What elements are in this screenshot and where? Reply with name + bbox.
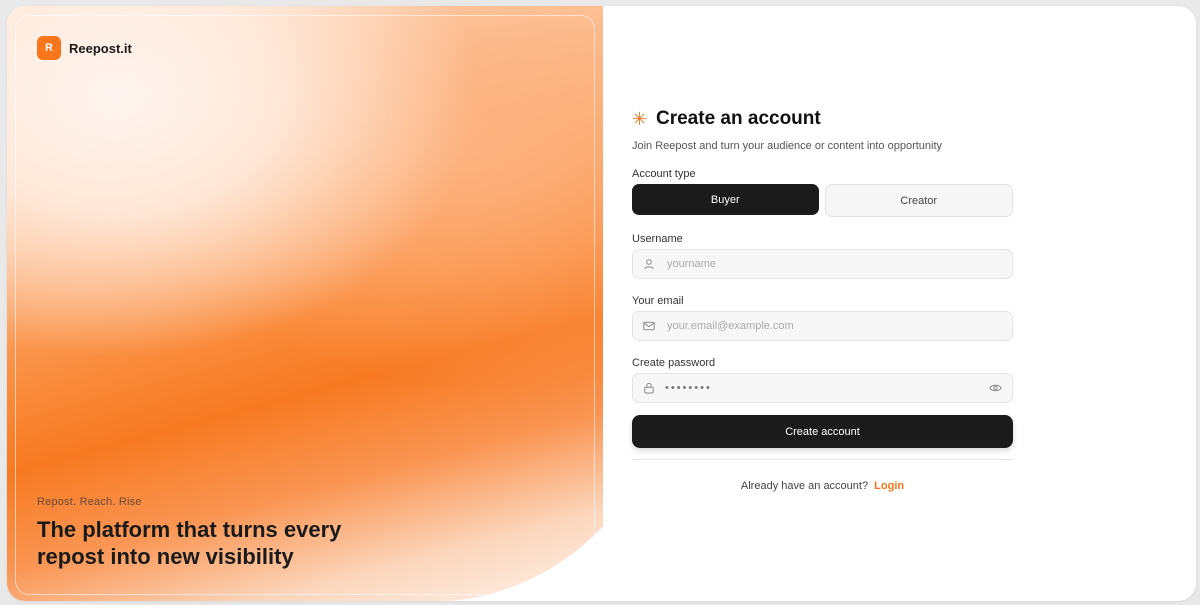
login-link[interactable]: Login [874,480,904,492]
page-subtitle: Join Reepost and turn your audience or c… [632,140,943,152]
username-input[interactable] [665,257,1002,271]
email-label: Your email [632,295,684,307]
divider [632,459,1013,460]
hero-panel: R Reepost.it Repost. Reach. Rise The pla… [7,6,603,601]
password-field[interactable]: •••••••• [632,373,1013,403]
password-label: Create password [632,357,716,369]
username-field[interactable] [632,249,1013,279]
account-type-label: Account type [632,168,696,180]
password-input[interactable]: •••••••• [665,382,979,394]
hero-gradient [7,6,603,601]
login-prompt: Already have an account? [740,480,869,492]
form-title-row: ✳ Create an account [632,106,1013,132]
account-type-toggle: Buyer Creator [632,184,1013,217]
brand-name: Reepost.it [69,40,132,56]
mail-icon [643,321,655,331]
email-input[interactable] [665,319,1002,333]
hero-tagline: Repost. Reach. Rise [37,496,142,508]
login-row: Already have an account? Login [632,480,1013,492]
eye-icon[interactable] [989,382,1002,394]
signup-form: ✳ Create an account Join Reepost and tur… [632,106,1013,492]
hero-headline: The platform that turns every repost int… [37,517,342,569]
email-field[interactable] [632,311,1013,341]
brand-logo: R [37,36,61,60]
page-title: Create an account [656,108,821,129]
asterisk-icon: ✳ [632,108,648,129]
create-account-button[interactable]: Create account [632,415,1013,448]
signup-card: R Reepost.it Repost. Reach. Rise The pla… [7,6,1196,601]
brand[interactable]: R Reepost.it [37,36,132,60]
account-type-buyer-button[interactable]: Buyer [632,184,819,215]
username-label: Username [632,233,683,245]
account-type-creator-button[interactable]: Creator [824,184,1013,217]
lock-icon [644,382,654,394]
user-icon [644,259,654,270]
